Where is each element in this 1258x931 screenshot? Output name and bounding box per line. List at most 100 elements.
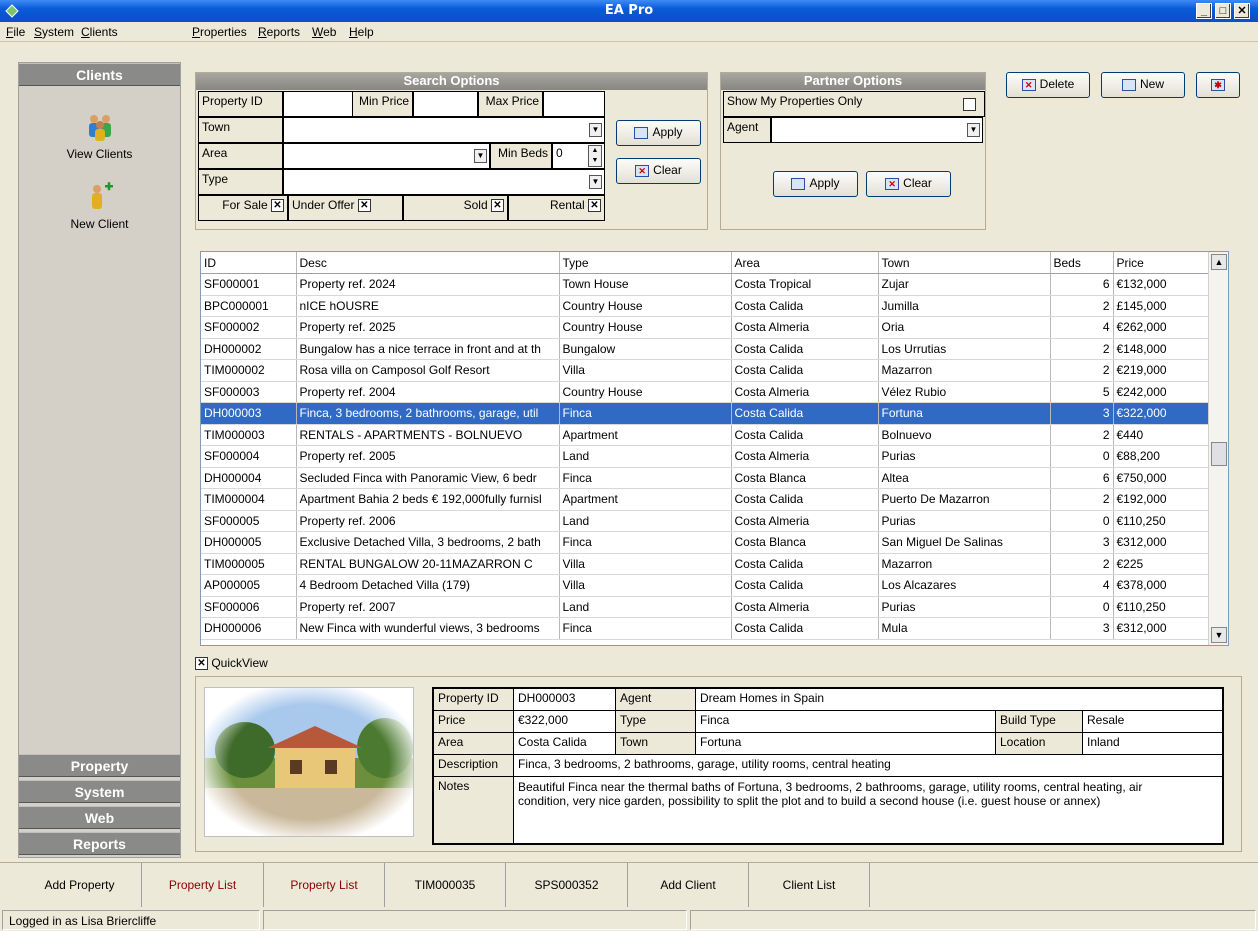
checkbox-checked-icon[interactable]: ✕	[357, 199, 371, 213]
menu-system[interactable]: System	[34, 25, 74, 39]
table-cell[interactable]: Costa Calida	[731, 359, 879, 382]
table-cell[interactable]: Zujar	[878, 273, 1051, 296]
table-cell[interactable]: 0	[1050, 445, 1114, 468]
search-apply-button[interactable]: Apply	[616, 120, 701, 146]
checkbox-icon[interactable]	[963, 98, 976, 111]
table-row[interactable]: SF000004 Property ref. 2005 Land Costa Alme…	[201, 445, 1210, 468]
menu-reports[interactable]: Reports	[258, 25, 300, 39]
table-cell[interactable]: Exclusive Detached Villa, 3 bedrooms, 2 …	[296, 531, 560, 554]
rental-filter[interactable]: Rental ✕	[508, 195, 605, 221]
table-cell[interactable]: 2	[1050, 488, 1114, 511]
sidebar-item-view-clients[interactable]: View Clients	[19, 111, 180, 161]
table-row[interactable]: TIM000005 RENTAL BUNGALOW 20-11MAZARRON C…	[201, 553, 1210, 575]
table-cell[interactable]: €148,000	[1113, 338, 1210, 360]
table-cell[interactable]: 3	[1050, 531, 1114, 554]
table-row[interactable]: SF000002 Property ref. 2025 Country House C…	[201, 316, 1210, 339]
table-cell[interactable]: DH000004	[201, 467, 297, 489]
tab-client-list[interactable]: Client List	[749, 863, 870, 907]
table-cell[interactable]: €312,000	[1113, 531, 1210, 554]
table-cell[interactable]: SF000004	[201, 445, 297, 468]
table-cell[interactable]: €440	[1113, 424, 1210, 446]
checkbox-checked-icon[interactable]: ✕	[588, 199, 601, 213]
table-cell[interactable]: 4 Bedroom Detached Villa (179)	[296, 574, 560, 597]
table-cell[interactable]: Oria	[878, 316, 1051, 339]
tab-add-property[interactable]: Add Property	[18, 863, 142, 907]
table-cell[interactable]: DH000002	[201, 338, 297, 360]
sidebar-section-system[interactable]: System	[19, 780, 180, 803]
table-cell[interactable]: Country House	[559, 381, 732, 403]
table-cell[interactable]: €378,000	[1113, 574, 1210, 597]
delete-button[interactable]: ✕ Delete	[1006, 72, 1090, 98]
menu-clients[interactable]: Clients	[81, 25, 118, 39]
table-cell[interactable]: €110,250	[1113, 510, 1210, 532]
table-row[interactable]: SF000006 Property ref. 2007 Land Costa Alme…	[201, 596, 1210, 618]
chevron-down-icon[interactable]: ▼	[589, 123, 602, 137]
table-cell[interactable]: Puerto De Mazarron	[878, 488, 1051, 511]
table-cell[interactable]: Finca	[559, 617, 732, 640]
checkbox-checked-icon[interactable]: ✕	[491, 199, 504, 213]
table-cell[interactable]: €219,000	[1113, 359, 1210, 382]
tab-add-client[interactable]: Add Client	[628, 863, 749, 907]
table-cell[interactable]: DH000006	[201, 617, 297, 640]
table-cell[interactable]: €312,000	[1113, 617, 1210, 640]
table-cell[interactable]: TIM000005	[201, 553, 297, 575]
table-cell[interactable]: Costa Almeria	[731, 381, 879, 403]
table-cell[interactable]: Costa Calida	[731, 338, 879, 360]
table-row[interactable]: BPC000001 nICE hOUSRE Country House Costa C…	[201, 295, 1210, 317]
maximize-button[interactable]: □	[1215, 3, 1231, 19]
table-cell[interactable]: Finca	[559, 467, 732, 489]
table-cell[interactable]: €262,000	[1113, 316, 1210, 339]
table-cell[interactable]: Apartment Bahia 2 beds € 192,000fully fu…	[296, 488, 560, 511]
menu-help[interactable]: Help	[349, 25, 374, 39]
town-select[interactable]: ▼	[283, 117, 605, 143]
table-cell[interactable]: TIM000003	[201, 424, 297, 446]
settings-button[interactable]: ✱	[1196, 72, 1240, 98]
max-price-input[interactable]	[543, 91, 605, 117]
table-cell[interactable]: SF000003	[201, 381, 297, 403]
table-cell[interactable]: 2	[1050, 295, 1114, 317]
table-cell[interactable]: Secluded Finca with Panoramic View, 6 be…	[296, 467, 560, 489]
table-cell[interactable]: Apartment	[559, 488, 732, 511]
table-cell[interactable]: Purias	[878, 596, 1051, 618]
table-cell[interactable]: 2	[1050, 553, 1114, 575]
for-sale-filter[interactable]: For Sale ✕	[198, 195, 288, 221]
sidebar-header-clients[interactable]: Clients	[19, 63, 180, 86]
table-cell[interactable]: €242,000	[1113, 381, 1210, 403]
table-cell[interactable]: Vélez Rubio	[878, 381, 1051, 403]
column-header[interactable]: ID	[201, 252, 297, 274]
table-row[interactable]: SF000003 Property ref. 2004 Country House C…	[201, 381, 1210, 403]
table-cell[interactable]: Costa Calida	[731, 488, 879, 511]
property-grid[interactable]: ID Desc Type Area Town Beds Price SF000001 Prop…	[200, 251, 1229, 646]
table-cell[interactable]: RENTAL BUNGALOW 20-11MAZARRON C	[296, 553, 560, 575]
menu-web[interactable]: Web	[312, 25, 336, 39]
table-row[interactable]: TIM000002 Rosa villa on Camposol Golf Res…	[201, 359, 1210, 382]
table-cell[interactable]: Finca	[559, 531, 732, 554]
table-cell[interactable]: RENTALS - APARTMENTS - BOLNUEVO	[296, 424, 560, 446]
table-cell[interactable]: 0	[1050, 510, 1114, 532]
table-row[interactable]: SF000001 Property ref. 2024 Town House Cost…	[201, 273, 1210, 296]
table-row[interactable]: TIM000003 RENTALS - APARTMENTS - BOLNUEVO…	[201, 424, 1210, 446]
minimize-button[interactable]: _	[1196, 3, 1212, 19]
sidebar-section-web[interactable]: Web	[19, 806, 180, 829]
table-row[interactable]: SF000005 Property ref. 2006 Land Costa Alme…	[201, 510, 1210, 532]
table-cell[interactable]: Altea	[878, 467, 1051, 489]
type-select[interactable]: ▼	[283, 169, 605, 195]
chevron-down-icon[interactable]: ▼	[967, 123, 980, 137]
tab-property-list[interactable]: Property List	[142, 863, 264, 907]
table-cell[interactable]: TIM000002	[201, 359, 297, 382]
table-cell[interactable]: Costa Calida	[731, 295, 879, 317]
column-header[interactable]: Desc	[296, 252, 560, 274]
table-cell[interactable]: €132,000	[1113, 273, 1210, 296]
table-cell[interactable]: €750,000	[1113, 467, 1210, 489]
table-cell[interactable]: 5	[1050, 381, 1114, 403]
tab-tim000035[interactable]: TIM000035	[385, 863, 506, 907]
table-cell[interactable]: Villa	[559, 574, 732, 597]
table-cell[interactable]: Fortuna	[878, 402, 1051, 425]
table-cell[interactable]: TIM000004	[201, 488, 297, 511]
table-row[interactable]: DH000002 Bungalow has a nice terrace in f…	[201, 338, 1210, 360]
table-cell[interactable]: Villa	[559, 359, 732, 382]
min-price-input[interactable]	[413, 91, 478, 117]
min-beds-stepper[interactable]: 0 ▲ ▼	[552, 143, 605, 169]
table-cell[interactable]: Costa Calida	[731, 402, 879, 425]
table-row[interactable]: DH000004 Secluded Finca with Panoramic Vi…	[201, 467, 1210, 489]
